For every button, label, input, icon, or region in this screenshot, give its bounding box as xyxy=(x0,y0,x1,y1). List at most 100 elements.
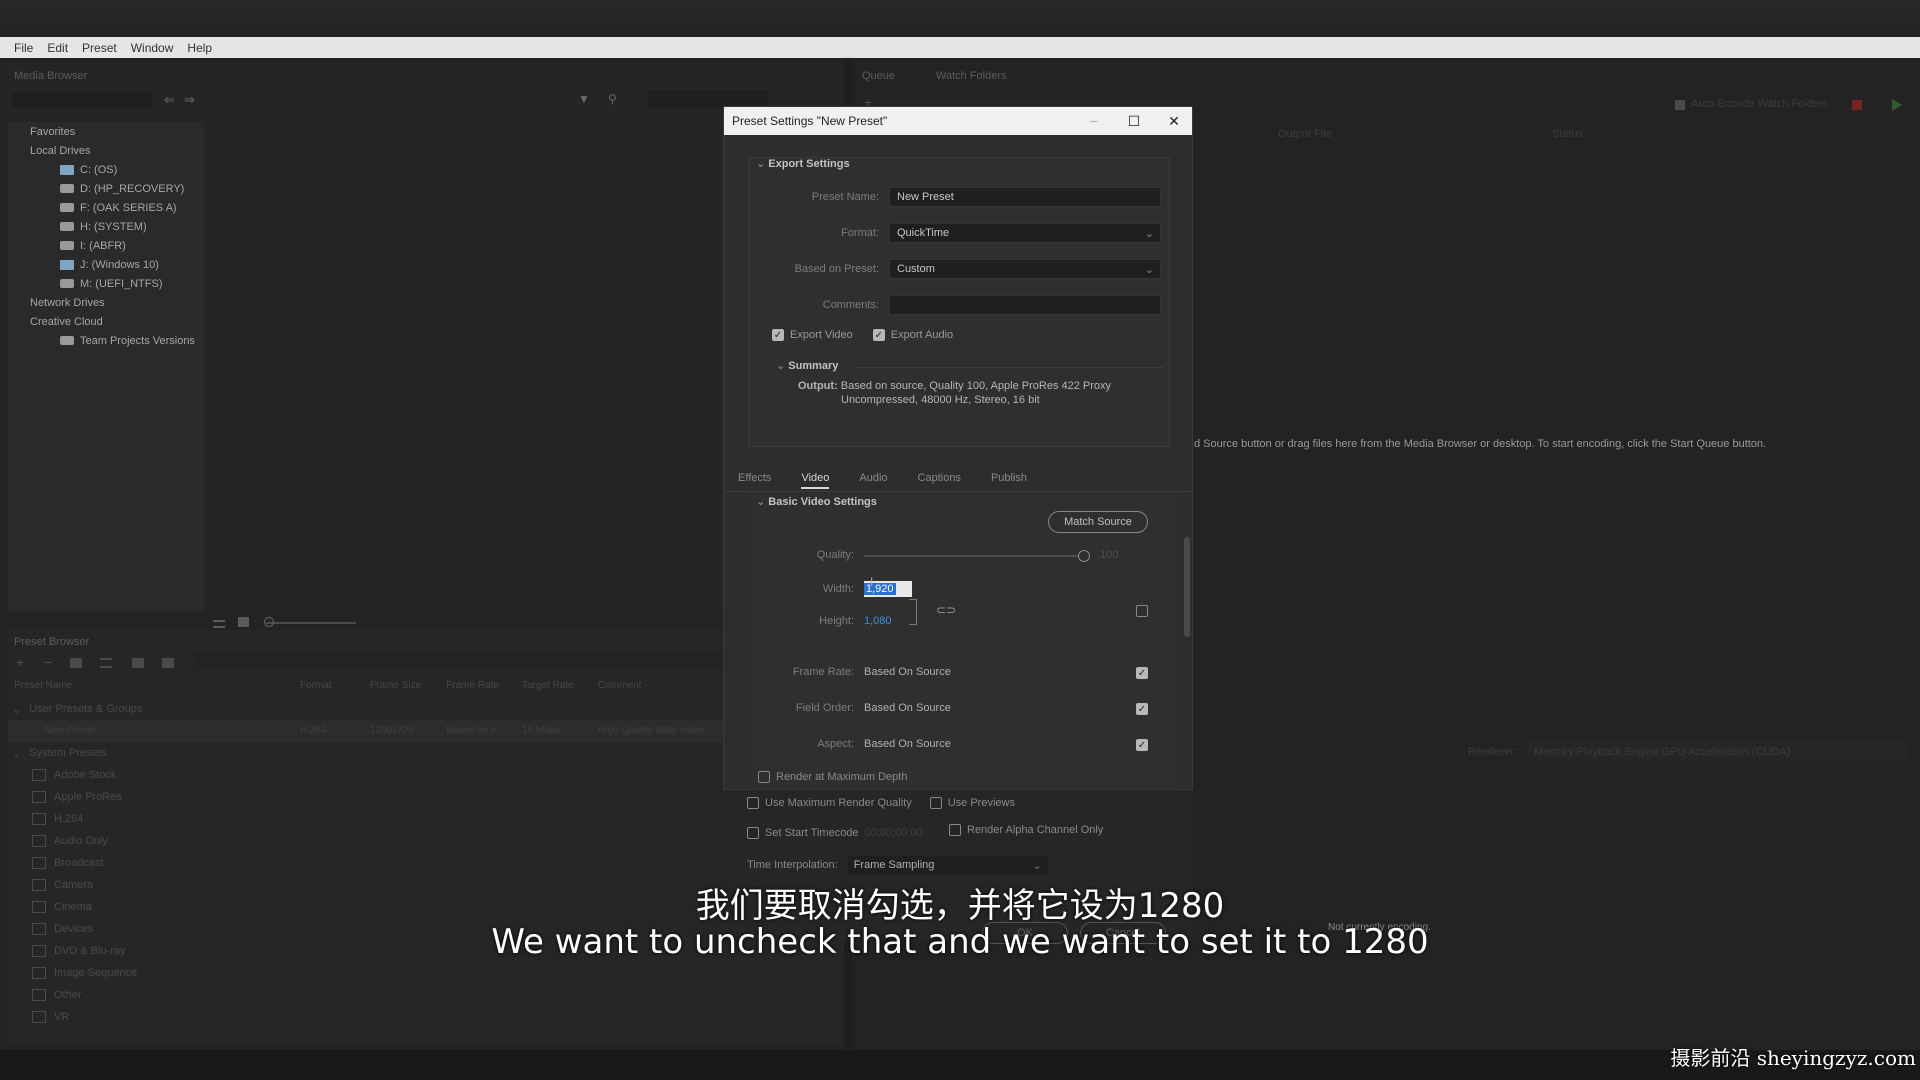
preset-name-field[interactable]: New Preset xyxy=(889,187,1161,207)
tree-item[interactable]: M: (UEFI_NTFS) xyxy=(8,274,204,293)
tree-item[interactable]: Network Drives xyxy=(8,293,204,312)
preset-search-input[interactable] xyxy=(194,652,734,670)
minimize-icon[interactable]: − xyxy=(1074,107,1114,135)
import-preset-icon[interactable] xyxy=(132,658,144,668)
col-comment[interactable]: Comment xyxy=(598,680,641,691)
media-browser-dropdown[interactable] xyxy=(12,92,152,108)
tree-item[interactable]: F: (OAK SERIES A) xyxy=(8,198,204,217)
list-item[interactable]: VR xyxy=(32,1006,137,1028)
export-video-checkbox[interactable]: ✓ xyxy=(772,329,784,341)
set-start-tc-label: Set Start Timecode xyxy=(765,827,859,839)
comments-field[interactable] xyxy=(889,295,1161,315)
start-queue-icon[interactable] xyxy=(1892,99,1902,111)
tree-item[interactable]: Favorites xyxy=(8,122,204,141)
scrollbar[interactable] xyxy=(1184,537,1190,637)
list-item[interactable]: Audio Only xyxy=(32,830,137,852)
start-tc-value[interactable]: 00;00;00;00 xyxy=(865,827,923,839)
field-order-checkbox[interactable]: ✓ xyxy=(1136,703,1148,715)
width-match-checkbox[interactable] xyxy=(1136,605,1148,617)
preset-group-icon[interactable] xyxy=(70,658,82,668)
tree-item[interactable]: D: (HP_RECOVERY) xyxy=(8,179,204,198)
height-value[interactable]: 1,080 xyxy=(864,615,892,627)
menu-window[interactable]: Window xyxy=(125,41,180,55)
list-item[interactable]: Apple ProRes xyxy=(32,786,137,808)
chevron-down-icon: ⌄ xyxy=(1144,263,1154,276)
tree-item[interactable]: C: (OS) xyxy=(8,160,204,179)
zoom-slider[interactable] xyxy=(266,622,356,624)
close-icon[interactable]: ✕ xyxy=(1154,107,1194,135)
tree-item[interactable]: Local Drives xyxy=(8,141,204,160)
export-audio-checkbox[interactable]: ✓ xyxy=(872,329,885,341)
quality-slider-knob[interactable] xyxy=(1078,550,1090,562)
list-item[interactable]: Image Sequence xyxy=(32,962,137,984)
menu-help[interactable]: Help xyxy=(181,41,218,55)
tree-item[interactable]: H: (SYSTEM) xyxy=(8,217,204,236)
maximize-icon[interactable]: ☐ xyxy=(1114,107,1154,135)
export-preset-icon[interactable] xyxy=(162,658,174,668)
frame-rate-checkbox[interactable]: ✓ xyxy=(1136,667,1148,679)
menu-file[interactable]: File xyxy=(8,41,39,55)
frame-rate-value[interactable]: Based On Source xyxy=(864,666,951,678)
render-alpha-checkbox[interactable] xyxy=(949,824,961,836)
field-order-value[interactable]: Based On Source xyxy=(864,702,951,714)
list-view-icon[interactable] xyxy=(213,620,225,628)
back-arrow-icon[interactable]: ⇐ xyxy=(164,92,175,108)
preset-category-icon xyxy=(32,1011,46,1023)
list-item[interactable]: Broadcast xyxy=(32,852,137,874)
col-target-rate[interactable]: Target Rate xyxy=(522,680,574,691)
preset-category-icon xyxy=(32,791,46,803)
forward-arrow-icon[interactable]: ⇒ xyxy=(184,92,195,108)
stop-queue-icon[interactable] xyxy=(1852,100,1862,110)
time-interp-dropdown[interactable]: Frame Sampling ⌄ xyxy=(847,856,1048,874)
col-frame-size[interactable]: Frame Size xyxy=(370,680,421,691)
remove-preset-icon[interactable]: − xyxy=(44,654,52,670)
menu-edit[interactable]: Edit xyxy=(41,41,74,55)
thumbnail-view-icon[interactable] xyxy=(238,617,249,627)
tree-item[interactable]: Team Projects Versions xyxy=(8,331,204,350)
list-item[interactable]: H.264 xyxy=(32,808,137,830)
user-presets-group[interactable]: ⌄ User Presets & Groups xyxy=(12,698,142,720)
tree-item[interactable]: Creative Cloud xyxy=(8,312,204,331)
tab-video[interactable]: Video xyxy=(801,472,830,489)
col-frame-rate[interactable]: Frame Rate xyxy=(446,680,499,691)
format-dropdown[interactable]: QuickTime ⌄ xyxy=(889,223,1161,243)
export-settings-header[interactable]: ⌄ Export Settings xyxy=(756,157,850,170)
tab-audio[interactable]: Audio xyxy=(859,472,887,489)
frame-rate-label: Frame Rate: xyxy=(792,666,854,678)
chain-link-icon[interactable]: ⊂⊃ xyxy=(936,603,956,617)
col-preset-name[interactable]: Preset Name xyxy=(14,680,72,691)
match-source-button[interactable]: Match Source xyxy=(1048,511,1148,533)
watch-folders-tab[interactable]: Watch Folders xyxy=(936,70,1007,82)
tab-captions[interactable]: Captions xyxy=(918,472,961,489)
render-max-depth-checkbox[interactable] xyxy=(758,771,770,783)
tree-item[interactable]: J: (Windows 10) xyxy=(8,255,204,274)
auto-encode-checkbox[interactable] xyxy=(1675,100,1685,110)
zoom-slider-knob[interactable] xyxy=(264,617,274,627)
set-start-tc-checkbox[interactable] xyxy=(747,827,759,839)
tab-effects[interactable]: Effects xyxy=(738,472,771,489)
based-on-dropdown[interactable]: Custom ⌄ xyxy=(889,259,1161,279)
auto-encode-label: Auto-Encode Watch Folders xyxy=(1691,98,1829,110)
tree-item[interactable]: I: (ABFR) xyxy=(8,236,204,255)
based-on-label: Based on Preset: xyxy=(794,263,879,275)
filter-icon[interactable]: ▼ xyxy=(578,92,590,106)
system-presets-group[interactable]: ⌄ System Presets xyxy=(12,742,106,764)
aspect-checkbox[interactable]: ✓ xyxy=(1136,739,1148,751)
preset-settings-icon[interactable] xyxy=(100,658,112,668)
use-max-quality-checkbox[interactable] xyxy=(747,797,759,809)
basic-video-header[interactable]: ⌄ Basic Video Settings xyxy=(756,495,877,508)
col-format[interactable]: Format xyxy=(300,680,332,691)
quality-value[interactable]: 100 xyxy=(1100,549,1118,561)
search-icon[interactable]: ⚲ xyxy=(608,92,617,106)
summary-header[interactable]: ⌄ Summary xyxy=(776,359,838,372)
list-item[interactable]: Adobe Stock xyxy=(32,764,137,786)
list-item[interactable]: Other xyxy=(32,984,137,1006)
aspect-value[interactable]: Based On Source xyxy=(864,738,951,750)
table-row[interactable]: New Preset H.264 1280x720 Based on s 10 … xyxy=(8,720,844,742)
quality-slider[interactable] xyxy=(864,555,1084,557)
use-previews-checkbox[interactable] xyxy=(929,797,942,809)
add-preset-icon[interactable]: + xyxy=(16,654,24,670)
menu-preset[interactable]: Preset xyxy=(76,41,123,55)
queue-tab[interactable]: Queue xyxy=(862,70,895,82)
tab-publish[interactable]: Publish xyxy=(991,472,1027,489)
